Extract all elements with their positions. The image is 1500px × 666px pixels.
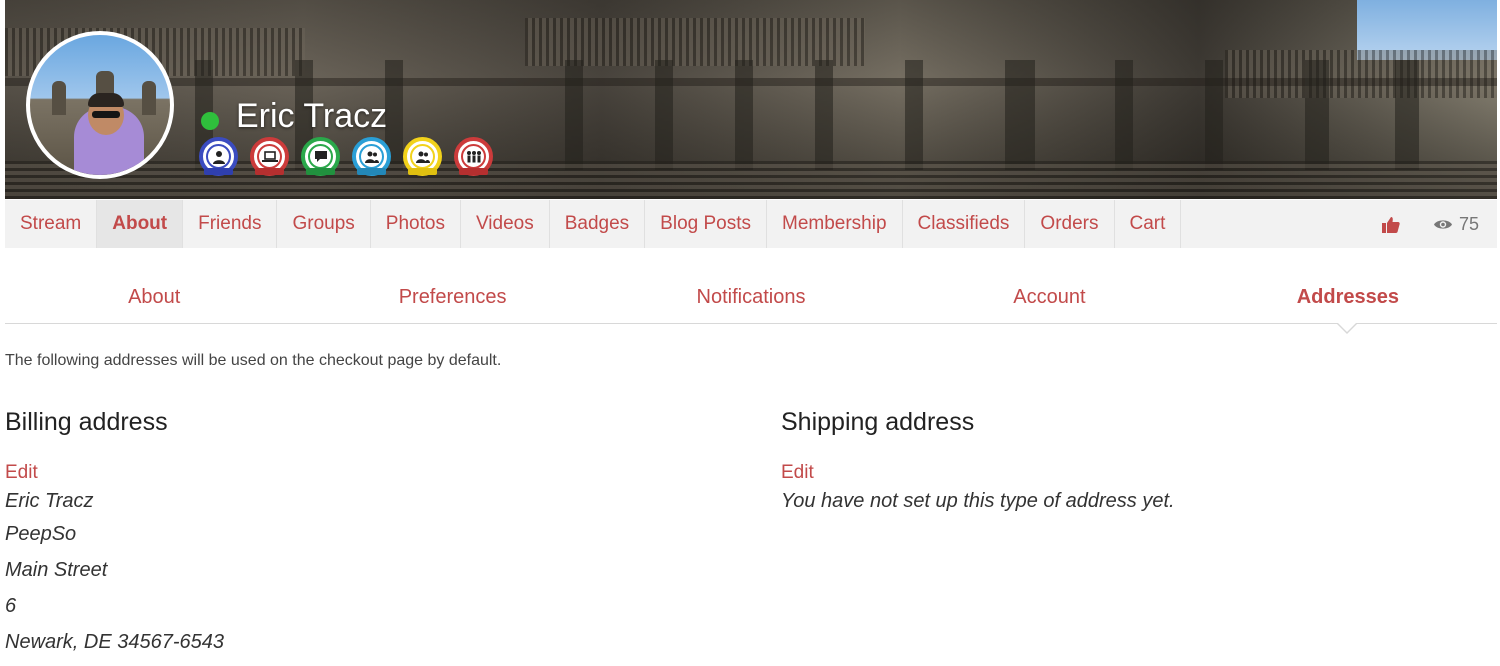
- badge-person[interactable]: [199, 137, 238, 176]
- like-button[interactable]: [1361, 200, 1421, 248]
- badge-family[interactable]: [454, 137, 493, 176]
- billing-line-name: Eric Tracz: [5, 490, 94, 512]
- tab-account[interactable]: Account: [900, 272, 1198, 323]
- chat-icon: [314, 151, 327, 162]
- profile-views: 75: [1421, 214, 1497, 235]
- eye-icon: [1433, 219, 1452, 229]
- group-icon: [364, 151, 379, 163]
- views-count: 75: [1458, 213, 1479, 234]
- family-icon: [466, 151, 481, 163]
- nav-item-photos[interactable]: Photos: [371, 200, 461, 248]
- badges-row: [199, 137, 493, 176]
- billing-address-section: Billing address Edit Eric Tracz PeepSo M…: [5, 406, 224, 660]
- shipping-edit-link[interactable]: Edit: [781, 460, 1175, 486]
- tab-about[interactable]: About: [5, 272, 303, 323]
- tab-notifications[interactable]: Notifications: [602, 272, 900, 323]
- laptop-icon: [261, 150, 278, 162]
- profile-nav: Stream About Friends Groups Photos Video…: [5, 200, 1497, 248]
- avatar[interactable]: [26, 31, 174, 179]
- addresses-intro: The following addresses will be used on …: [5, 352, 502, 369]
- group-icon: [415, 151, 430, 163]
- active-tab-indicator: [1336, 322, 1358, 334]
- nav-item-stream[interactable]: Stream: [5, 200, 98, 248]
- billing-address-title: Billing address: [5, 408, 168, 436]
- badge-chat[interactable]: [301, 137, 340, 176]
- shipping-address-section: Shipping address Edit You have not set u…: [781, 406, 1175, 516]
- nav-item-groups[interactable]: Groups: [277, 200, 371, 248]
- profile-name: Eric Tracz: [236, 97, 388, 135]
- thumbs-up-icon: [1381, 216, 1400, 233]
- billing-line-number: 6: [5, 595, 17, 617]
- shipping-address-title: Shipping address: [781, 408, 975, 436]
- nav-item-badges[interactable]: Badges: [550, 200, 646, 248]
- billing-line-city: Newark, DE 34567-6543: [5, 631, 225, 653]
- billing-line-company: PeepSo: [5, 523, 77, 545]
- billing-edit-link[interactable]: Edit: [5, 460, 224, 486]
- billing-line-street: Main Street: [5, 559, 108, 581]
- badge-laptop[interactable]: [250, 137, 289, 176]
- person-icon: [212, 150, 225, 164]
- about-subtabs: About Preferences Notifications Account …: [5, 272, 1497, 324]
- nav-item-blog-posts[interactable]: Blog Posts: [645, 200, 767, 248]
- nav-item-friends[interactable]: Friends: [183, 200, 278, 248]
- nav-item-about[interactable]: About: [97, 200, 184, 248]
- online-status-indicator: [201, 112, 219, 130]
- tab-addresses[interactable]: Addresses: [1199, 272, 1497, 323]
- nav-item-videos[interactable]: Videos: [461, 200, 550, 248]
- nav-item-cart[interactable]: Cart: [1115, 200, 1182, 248]
- shipping-empty-message: You have not set up this type of address…: [781, 490, 1175, 512]
- badge-group[interactable]: [352, 137, 391, 176]
- tab-preferences[interactable]: Preferences: [303, 272, 601, 323]
- nav-item-membership[interactable]: Membership: [767, 200, 903, 248]
- badge-group-yellow[interactable]: [403, 137, 442, 176]
- nav-item-classifieds[interactable]: Classifieds: [903, 200, 1026, 248]
- nav-item-orders[interactable]: Orders: [1025, 200, 1115, 248]
